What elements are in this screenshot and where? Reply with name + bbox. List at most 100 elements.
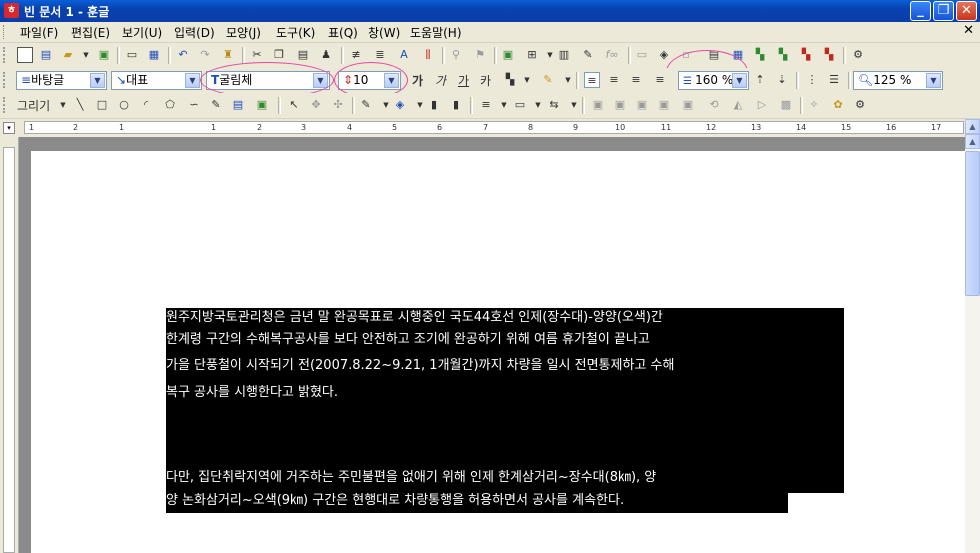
document-line[interactable]: 원주지방국토관리청은 금년 말 완공목표로 시행중인 국도44호선 인제(장수대… xyxy=(166,308,844,328)
cut-icon[interactable]: ✂ xyxy=(249,47,265,63)
formula-icon[interactable]: f∞ xyxy=(604,47,620,63)
ruler-corner-icon[interactable]: ▾ xyxy=(3,122,15,134)
open-folder-icon[interactable]: ▤ xyxy=(38,47,54,63)
view-mode-4-icon[interactable]: ▚ xyxy=(821,47,837,63)
document-line[interactable]: 한계령 구간의 수해복구공사를 보다 안전하고 조기에 완공하기 위해 여름 휴… xyxy=(166,328,844,351)
shape-effect-icon[interactable]: ✿ xyxy=(830,97,846,113)
chart-icon[interactable]: ▥ xyxy=(556,47,572,63)
menu-tools[interactable]: 도구(K) xyxy=(276,24,315,41)
menu-insert[interactable]: 입력(D) xyxy=(174,24,215,41)
paste-icon[interactable]: ▤ xyxy=(295,47,311,63)
send-backward-icon[interactable]: ▮ xyxy=(448,97,464,113)
menu-help[interactable]: 도움말(H) xyxy=(410,24,462,41)
bold-button[interactable]: 가 xyxy=(412,72,423,89)
justify-icon[interactable]: ≡ xyxy=(584,72,600,88)
distribute-icon[interactable]: ▩ xyxy=(778,97,794,113)
vertical-scrollbar[interactable]: ▲ ▲ xyxy=(965,119,980,553)
draw-dropdown-icon[interactable]: ▼ xyxy=(55,97,71,113)
document-line[interactable]: 가을 단풍철이 시작되기 전(2007.8.22~9.21, 1개월간)까지 차… xyxy=(166,351,844,381)
arc-tool-icon[interactable]: ◜ xyxy=(138,97,154,113)
vertical-ruler[interactable] xyxy=(0,137,19,553)
style-select[interactable]: ≡바탕글 ▼ xyxy=(16,71,107,90)
shadow-icon[interactable]: ✧ xyxy=(806,97,822,113)
bookmark-icon[interactable]: ⚑ xyxy=(472,47,488,63)
style-icon[interactable]: ≢ xyxy=(348,47,364,63)
chevron-down-icon[interactable]: ▼ xyxy=(185,73,200,88)
find-icon[interactable]: ♜ xyxy=(220,47,236,63)
bullets-icon[interactable]: ☰ xyxy=(826,72,842,88)
numbering-icon[interactable]: ⋮ xyxy=(804,72,820,88)
menu-view[interactable]: 보기(U) xyxy=(122,24,162,41)
draw-menu[interactable]: 그리기 xyxy=(17,97,50,114)
underline-button[interactable]: 가 xyxy=(458,72,469,89)
save-icon[interactable]: ▣ xyxy=(96,47,112,63)
align-right-icon[interactable]: ≡ xyxy=(652,72,668,88)
scroll-up-page-icon[interactable]: ▲ xyxy=(965,134,980,149)
line-type-icon[interactable]: ▭ xyxy=(512,97,528,113)
redo-icon[interactable]: ↷ xyxy=(197,47,213,63)
object-icon[interactable]: ◈ xyxy=(656,47,672,63)
image-tool-icon[interactable]: ▣ xyxy=(254,97,270,113)
format-copy-icon[interactable]: ♟ xyxy=(318,47,334,63)
picture-icon[interactable]: ▣ xyxy=(500,47,516,63)
menu-edit[interactable]: 편집(E) xyxy=(71,24,110,41)
scroll-up-icon[interactable]: ▲ xyxy=(965,119,980,134)
chevron-down-icon[interactable]: ▼ xyxy=(732,73,747,88)
horizontal-ruler[interactable]: ▾ 1 2 1 1 2 3 4 5 6 7 8 9 10 11 12 13 14… xyxy=(0,119,965,138)
ellipse-tool-icon[interactable]: ○ xyxy=(116,97,132,113)
align-obj-5-icon[interactable]: ▣ xyxy=(680,97,696,113)
undo-icon[interactable]: ↶ xyxy=(175,47,191,63)
minimize-button[interactable]: _ xyxy=(910,1,931,21)
open-dropdown-icon[interactable]: ▼ xyxy=(78,47,94,63)
drawing-icon[interactable]: ✎ xyxy=(580,47,596,63)
highlight-dropdown-icon[interactable]: ▼ xyxy=(560,72,576,88)
chevron-down-icon[interactable]: ▼ xyxy=(926,73,941,88)
menu-window[interactable]: 창(W) xyxy=(368,24,400,41)
menu-format[interactable]: 모양(J) xyxy=(226,24,261,41)
align-obj-3-icon[interactable]: ▣ xyxy=(634,97,650,113)
chevron-down-icon[interactable]: ▼ xyxy=(90,73,105,88)
app-icon[interactable]: ㅎ xyxy=(4,3,19,18)
fill-color-icon[interactable]: ◈ xyxy=(392,97,408,113)
line-tool-icon[interactable]: ╲ xyxy=(72,97,88,113)
print-preview-icon[interactable]: ▦ xyxy=(146,47,162,63)
curve-tool-icon[interactable]: ∽ xyxy=(186,97,202,113)
settings-icon[interactable]: ⚙ xyxy=(850,47,866,63)
group-tool-icon[interactable]: ✣ xyxy=(330,97,346,113)
textbox-tool-icon[interactable]: ▤ xyxy=(230,97,246,113)
document-line[interactable]: 복구 공사를 시행한다고 밝혔다. xyxy=(166,381,844,463)
arrow-style-dropdown-icon[interactable]: ▼ xyxy=(566,97,582,113)
align-center-icon[interactable]: ≡ xyxy=(628,72,644,88)
view-mode-1-icon[interactable]: ▚ xyxy=(752,47,768,63)
align-obj-1-icon[interactable]: ▣ xyxy=(590,97,606,113)
table-icon[interactable]: ⊞ xyxy=(524,47,540,63)
line-style-dropdown-icon[interactable]: ▼ xyxy=(496,97,512,113)
line-style-icon[interactable]: ≡ xyxy=(478,97,494,113)
line-color-icon[interactable]: ✎ xyxy=(358,97,374,113)
document-page[interactable]: 원주지방국토관리청은 금년 말 완공목표로 시행중인 국도44호선 인제(장수대… xyxy=(31,151,965,553)
align-obj-4-icon[interactable]: ▣ xyxy=(656,97,672,113)
memo-icon[interactable]: ▭ xyxy=(634,47,650,63)
rotate-obj-icon[interactable]: ⟲ xyxy=(706,97,722,113)
select-tool-icon[interactable]: ↖ xyxy=(286,97,302,113)
rectangle-tool-icon[interactable]: □ xyxy=(94,97,110,113)
polygon-tool-icon[interactable]: ⬠ xyxy=(162,97,178,113)
arrow-style-icon[interactable]: ⇆ xyxy=(546,97,562,113)
align-left-icon[interactable]: ≡ xyxy=(606,72,622,88)
close-button[interactable]: ✕ xyxy=(956,1,977,21)
line-type-dropdown-icon[interactable]: ▼ xyxy=(530,97,546,113)
text-color-icon[interactable]: ▚ xyxy=(502,72,518,88)
view-mode-3-icon[interactable]: ▚ xyxy=(798,47,814,63)
superscript-button[interactable]: 카 xyxy=(480,72,491,89)
hyperlink-icon[interactable]: ⚲ xyxy=(448,47,464,63)
line-spacing-select[interactable]: ☰ 160 % ▼ xyxy=(678,71,749,90)
align-obj-2-icon[interactable]: ▣ xyxy=(612,97,628,113)
flip-horizontal-icon[interactable]: ◭ xyxy=(730,97,746,113)
rotate-tool-icon[interactable]: ✥ xyxy=(308,97,324,113)
bring-forward-icon[interactable]: ▮ xyxy=(426,97,442,113)
paragraph-icon[interactable]: ≣ xyxy=(372,47,388,63)
menu-table[interactable]: 표(Q) xyxy=(328,24,358,41)
print-icon[interactable]: ▭ xyxy=(124,47,140,63)
paragraph-shape-select[interactable]: ↘대표 ▼ xyxy=(111,71,202,90)
copy-icon[interactable]: ❐ xyxy=(271,47,287,63)
